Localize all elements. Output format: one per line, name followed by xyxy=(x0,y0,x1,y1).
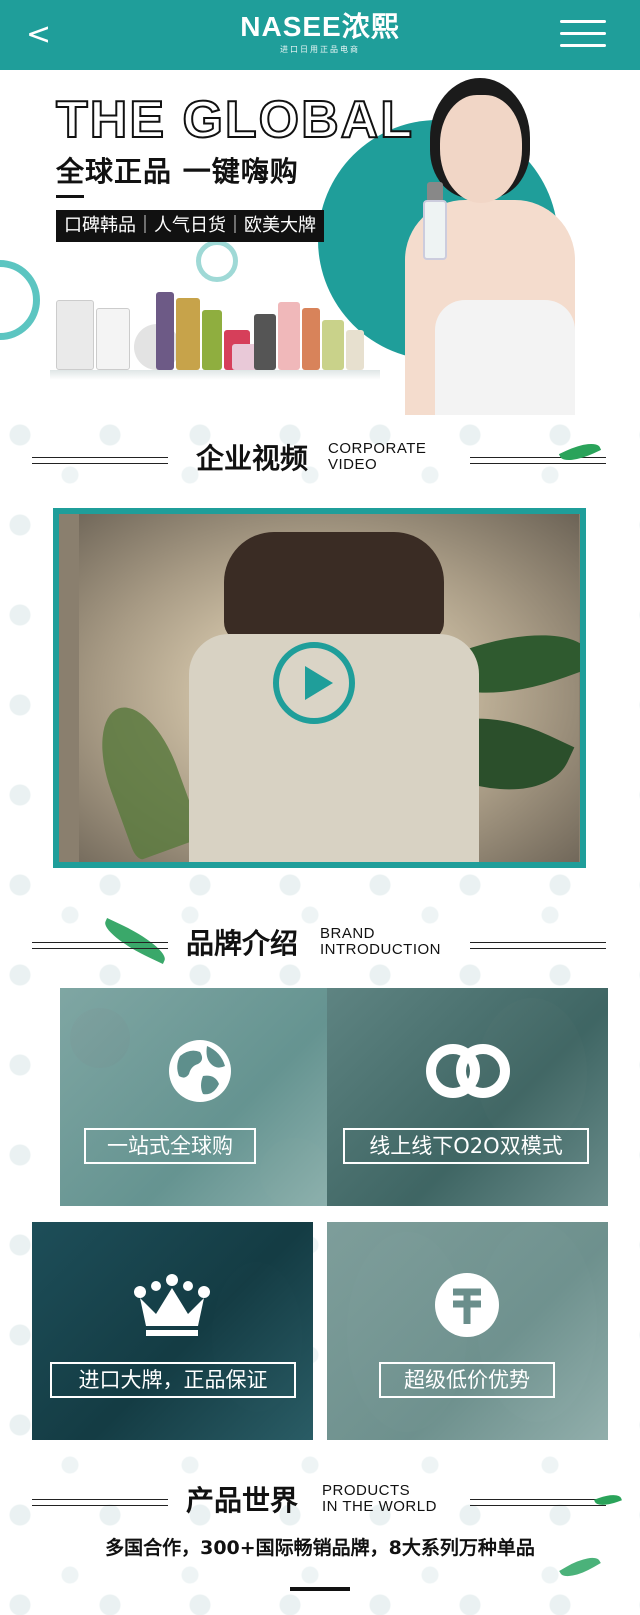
divider xyxy=(56,195,84,198)
hamburger-menu-icon[interactable] xyxy=(560,20,606,52)
logo-tagline: 进口日用正品电商 xyxy=(280,45,360,54)
section-title-cn: 企业视频 xyxy=(196,442,309,475)
section-title-cn: 产品世界 xyxy=(186,1484,299,1517)
section-title-en: VIDEO xyxy=(328,456,378,473)
divider xyxy=(32,457,168,464)
back-button[interactable]: < xyxy=(26,18,56,52)
brand-logo: NASEE浓熙 进口日用正品电商 xyxy=(230,10,410,60)
section-title-en: IN THE WORLD xyxy=(322,1498,437,1515)
double-ring-icon xyxy=(426,1044,510,1098)
section-title-en: BRAND xyxy=(320,925,376,942)
brand-card-authentic-brands[interactable]: 进口大牌，正品保证 xyxy=(32,1222,313,1440)
hero-banner[interactable]: THE GLOBAL 全球正品 一键嗨购 口碑韩品｜人气日货｜欧美大牌 xyxy=(0,70,640,415)
brand-card-o2o[interactable]: 线上线下O2O双模式 xyxy=(327,988,608,1206)
divider xyxy=(32,942,168,949)
products-slogan: 多国合作，300+国际畅销品牌，8大系列万种单品 xyxy=(105,1537,535,1559)
section-title-en: INTRODUCTION xyxy=(320,941,441,958)
play-icon[interactable] xyxy=(273,642,355,724)
brand-card-label: 线上线下O2O双模式 xyxy=(343,1128,589,1164)
brand-card-global-shopping[interactable]: 一站式全球购 xyxy=(60,988,341,1206)
section-title-en: PRODUCTS xyxy=(322,1482,411,1499)
divider xyxy=(470,1499,606,1506)
crown-icon xyxy=(134,1274,210,1336)
yen-icon xyxy=(435,1273,499,1337)
divider xyxy=(290,1587,350,1591)
brand-card-label: 进口大牌，正品保证 xyxy=(50,1362,296,1398)
section-title-products: 产品世界 PRODUCTS IN THE WORLD xyxy=(0,1477,640,1527)
top-navigation-bar: < NASEE浓熙 进口日用正品电商 xyxy=(0,0,640,70)
divider xyxy=(470,942,606,949)
section-title-cn: 品牌介绍 xyxy=(186,927,299,960)
section-title-en: CORPORATE xyxy=(328,440,427,457)
corporate-video-player[interactable] xyxy=(53,508,586,868)
hero-tags: 口碑韩品｜人气日货｜欧美大牌 xyxy=(56,210,324,242)
brand-card-label: 超级低价优势 xyxy=(379,1362,555,1398)
logo-text: NASEE浓熙 xyxy=(240,11,400,42)
section-title-video: 企业视频 CORPORATE VIDEO xyxy=(0,435,640,485)
brand-card-low-price[interactable]: 超级低价优势 xyxy=(327,1222,608,1440)
brand-card-label: 一站式全球购 xyxy=(84,1128,256,1164)
hero-subtitle: 全球正品 一键嗨购 xyxy=(56,155,299,188)
product-shelf xyxy=(50,370,380,380)
divider xyxy=(32,1499,168,1506)
section-title-brand: 品牌介绍 BRAND INTRODUCTION xyxy=(0,920,640,970)
globe-icon xyxy=(169,1040,231,1102)
hero-title: THE GLOBAL xyxy=(55,91,414,149)
decorative-ring xyxy=(0,260,40,340)
product-cluster-image xyxy=(56,260,386,370)
divider xyxy=(470,457,606,464)
